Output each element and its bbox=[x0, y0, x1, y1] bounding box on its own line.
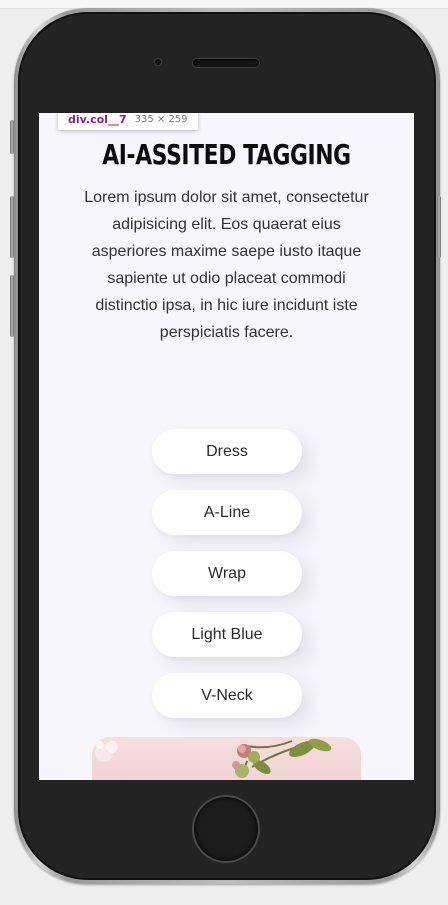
page-title: AI-ASSITED TAGGING bbox=[102, 138, 351, 171]
product-image bbox=[92, 737, 361, 780]
tag-pill-dress[interactable]: Dress bbox=[152, 429, 302, 474]
tag-list: Dress A-Line Wrap Light Blue V-Neck bbox=[152, 429, 302, 734]
phone-screen: div.col__7 335 × 259 AI-ASSITED TAGGING … bbox=[39, 113, 414, 780]
page-description: Lorem ipsum dolor sit amet, consectetur … bbox=[84, 189, 369, 341]
tag-pill-v-neck[interactable]: V-Neck bbox=[152, 673, 302, 718]
camera-icon bbox=[155, 59, 161, 65]
flower-decoration-icon bbox=[95, 738, 332, 778]
devtools-selector: div.col__7 bbox=[68, 113, 127, 126]
mute-switch bbox=[10, 120, 14, 154]
tag-pill-light-blue[interactable]: Light Blue bbox=[152, 612, 302, 657]
devtools-element-tooltip: div.col__7 335 × 259 bbox=[58, 113, 198, 130]
devtools-dimensions: 335 × 259 bbox=[134, 114, 188, 125]
tag-pill-a-line[interactable]: A-Line bbox=[152, 490, 302, 535]
volume-down-button bbox=[10, 275, 14, 337]
home-button-icon[interactable] bbox=[194, 797, 258, 861]
power-button bbox=[437, 196, 441, 258]
volume-up-button bbox=[10, 196, 14, 258]
speaker-icon bbox=[193, 59, 259, 67]
tag-pill-wrap[interactable]: Wrap bbox=[152, 551, 302, 596]
